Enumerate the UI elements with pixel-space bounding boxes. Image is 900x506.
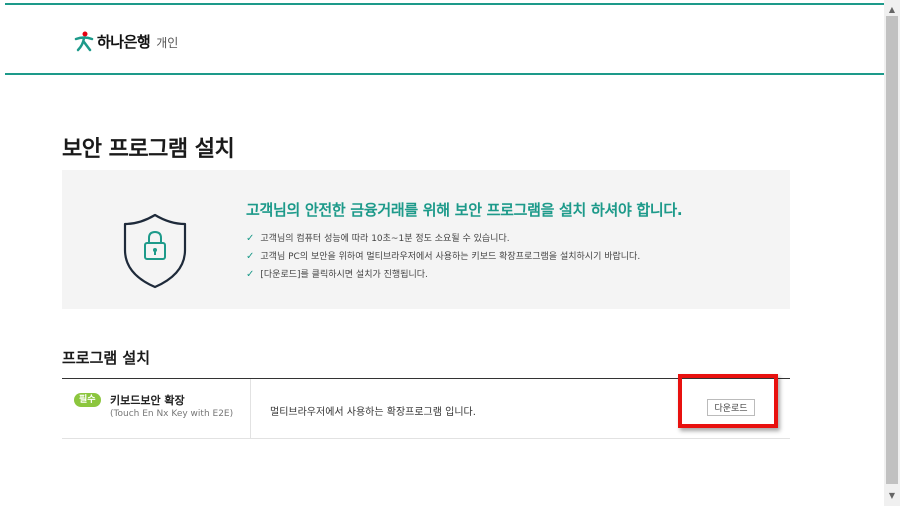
info-bullet-text: [다운로드]를 클릭하시면 설치가 진행됩니다. [260, 270, 428, 280]
info-bullet-text: 고객님 PC의 보안을 위하여 멀티브라우저에서 사용하는 키보드 확장프로그램… [260, 252, 641, 262]
check-icon: ✓ [246, 233, 255, 244]
page-title: 보안 프로그램 설치 [62, 137, 235, 162]
highlight-box [678, 374, 778, 428]
hana-bank-logo[interactable]: 하나은행 개인 [74, 30, 178, 52]
browser-window: 하나은행 개인 보안 프로그램 설치 고객님의 안전한 금융거래를 위해 보안 … [0, 0, 900, 506]
info-bullet: ✓ 고객님 PC의 보안을 위하여 멀티브라우저에서 사용하는 키보드 확장프로그… [246, 248, 640, 266]
hana-logo-icon [74, 30, 94, 52]
scrollbar-thumb[interactable] [886, 16, 898, 484]
table-column-divider [250, 379, 251, 438]
program-subname: (Touch En Nx Key with E2E) [110, 409, 234, 419]
shield-lock-icon [122, 212, 188, 294]
check-icon: ✓ [246, 251, 255, 262]
info-bullet: ✓ 고객님의 컴퓨터 성능에 따라 10초~1분 정도 소요될 수 있습니다. [246, 230, 640, 248]
info-headline: 고객님의 안전한 금융거래를 위해 보안 프로그램을 설치 하셔야 합니다. [246, 201, 683, 219]
info-bullet: ✓ [다운로드]를 클릭하시면 설치가 진행됩니다. [246, 266, 640, 284]
required-badge: 필수 [74, 393, 101, 407]
logo-subtitle: 개인 [156, 35, 179, 50]
program-description: 멀티브라우저에서 사용하는 확장프로그램 입니다. [270, 407, 476, 418]
install-section-title: 프로그램 설치 [62, 349, 151, 367]
program-name: 키보드보안 확장 [110, 394, 185, 407]
check-icon: ✓ [246, 269, 255, 280]
info-bullet-list: ✓ 고객님의 컴퓨터 성능에 따라 10초~1분 정도 소요될 수 있습니다. ✓… [246, 230, 640, 284]
logo-text: 하나은행 [97, 32, 151, 51]
header-bottom-border [5, 73, 885, 75]
info-bullet-text: 고객님의 컴퓨터 성능에 따라 10초~1분 정도 소요될 수 있습니다. [260, 234, 510, 244]
scroll-up-arrow-icon[interactable]: ▲ [884, 2, 900, 16]
table-bottom-border [62, 438, 790, 439]
scroll-down-arrow-icon[interactable]: ▼ [884, 488, 900, 502]
